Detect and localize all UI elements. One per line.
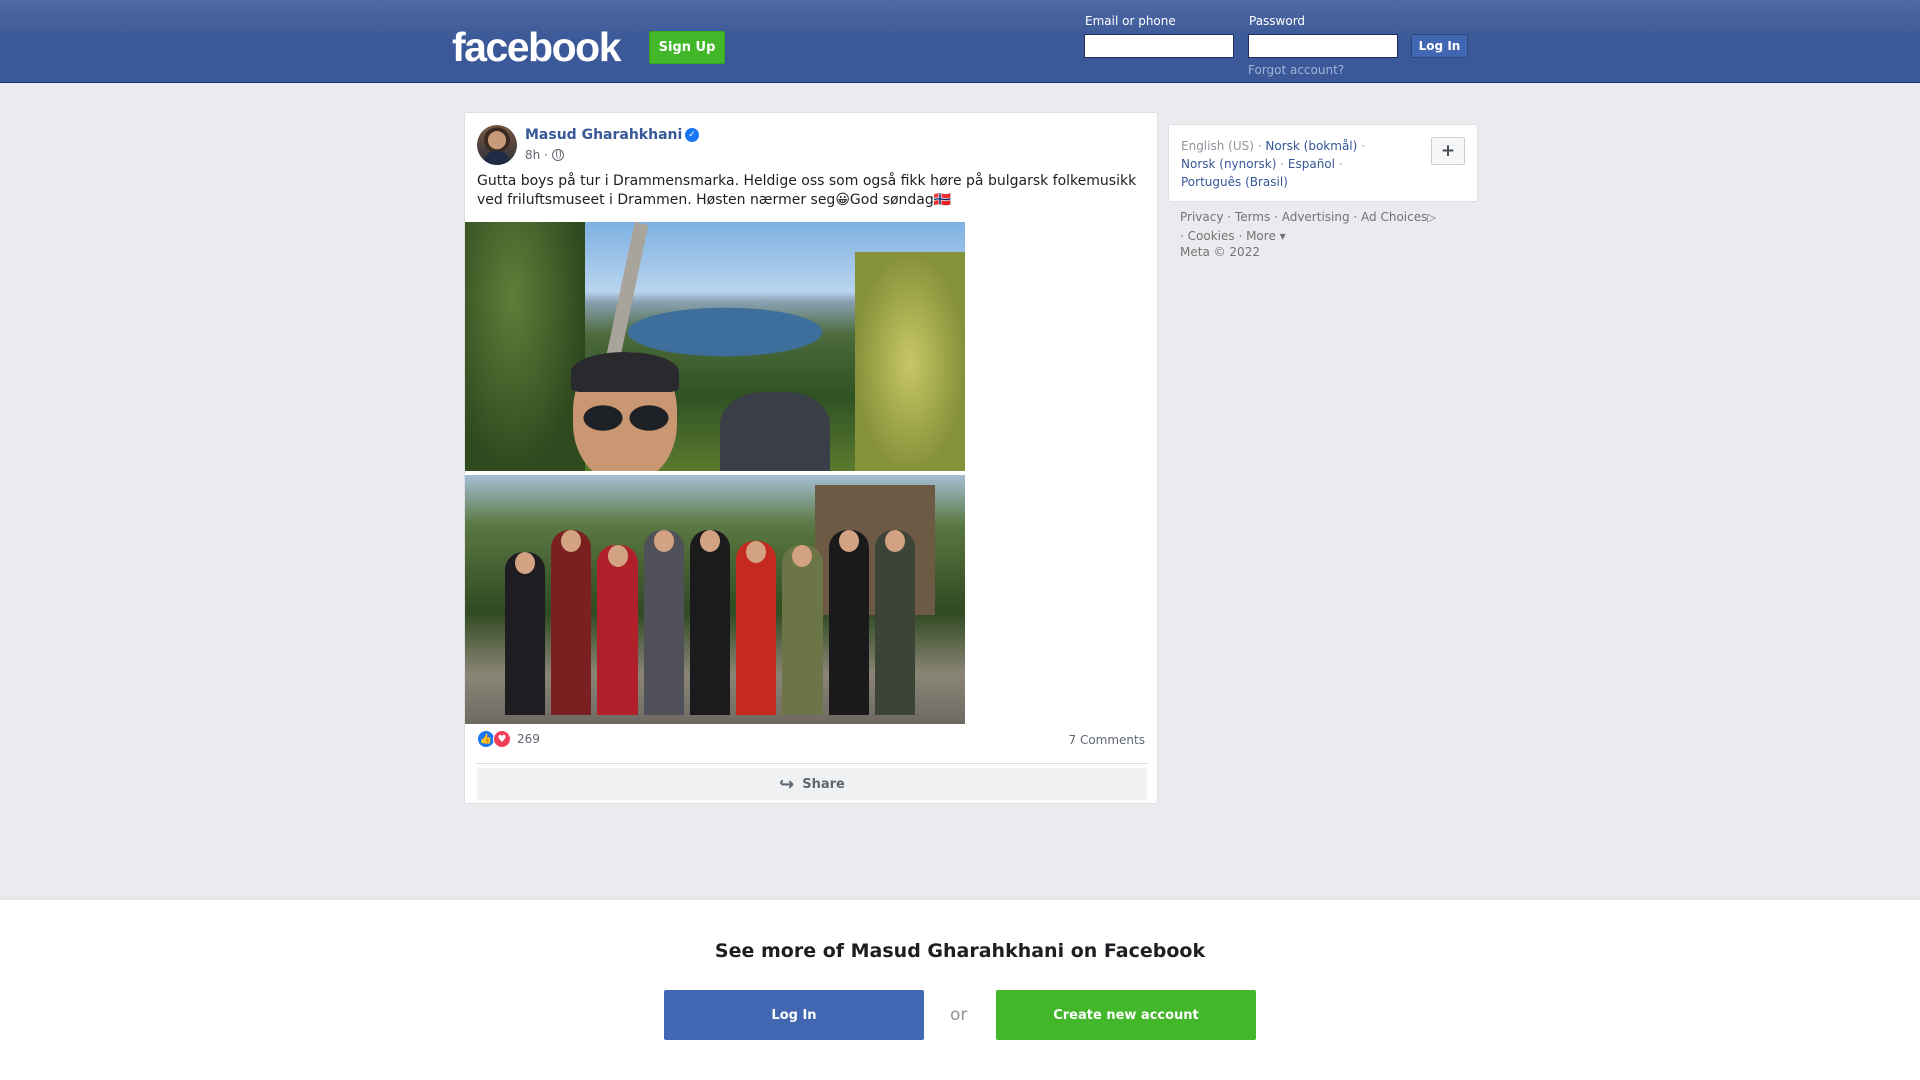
reactions-summary[interactable]: 👍 ♥ 269 xyxy=(477,730,540,748)
more-languages-button[interactable]: + xyxy=(1431,137,1465,165)
post-author-name[interactable]: Masud Gharahkhani xyxy=(525,127,682,143)
language-list: English (US) · Norsk (bokmål) · Norsk (n… xyxy=(1181,139,1365,189)
love-icon: ♥ xyxy=(493,730,511,748)
copyright: Meta © 2022 xyxy=(1180,245,1260,259)
email-field[interactable] xyxy=(1084,34,1234,58)
language-selector-box: English (US) · Norsk (bokmål) · Norsk (n… xyxy=(1168,124,1478,202)
create-account-button[interactable]: Create new account xyxy=(996,990,1256,1040)
post-timestamp[interactable]: 8h · xyxy=(525,148,548,162)
password-label: Password xyxy=(1249,14,1306,28)
footer-link-privacy[interactable]: Privacy xyxy=(1180,210,1223,224)
language-link-norsk-bokmal[interactable]: Norsk (bokmål) xyxy=(1265,139,1357,153)
password-field[interactable] xyxy=(1248,34,1398,58)
footer-link-advertising[interactable]: Advertising xyxy=(1282,210,1350,224)
post-card: Masud Gharahkhani ✓ 8h · Gutta boys på t… xyxy=(464,112,1158,804)
footer-links: Privacy · Terms · Advertising · Ad Choic… xyxy=(1180,210,1436,243)
ad-choices-icon: ▷ xyxy=(1427,211,1436,224)
language-link-portugues[interactable]: Português (Brasil) xyxy=(1181,175,1288,189)
forgot-account-link[interactable]: Forgot account? xyxy=(1248,63,1344,77)
language-link-espanol[interactable]: Español xyxy=(1288,157,1335,171)
overlay-title: See more of Masud Gharahkhani on Faceboo… xyxy=(714,940,1206,962)
verified-badge-icon: ✓ xyxy=(685,128,699,142)
footer-link-cookies[interactable]: Cookies xyxy=(1188,229,1235,243)
overlay-login-button[interactable]: Log In xyxy=(664,990,924,1040)
share-arrow-icon: ↪ xyxy=(779,773,795,795)
footer-link-more[interactable]: More xyxy=(1246,229,1276,243)
post-text: Gutta boys på tur i Drammensmarka. Heldi… xyxy=(477,173,1137,208)
language-link-norsk-nynorsk[interactable]: Norsk (nynorsk) xyxy=(1181,157,1276,171)
facebook-logo[interactable]: facebook xyxy=(452,24,622,71)
share-label: Share xyxy=(802,776,845,792)
email-label: Email or phone xyxy=(1085,14,1176,28)
login-prompt-overlay: See more of Masud Gharahkhani on Faceboo… xyxy=(0,900,1920,1080)
or-separator: or xyxy=(950,1005,968,1025)
avatar[interactable] xyxy=(477,125,517,165)
current-language: English (US) xyxy=(1181,139,1254,153)
comments-count-link[interactable]: 7 Comments xyxy=(1069,733,1146,747)
post-photo-selfie[interactable] xyxy=(465,222,965,471)
top-navigation-bar: facebook Sign Up Email or phone Password… xyxy=(0,0,1920,83)
divider xyxy=(477,763,1147,764)
header-login-button[interactable]: Log In xyxy=(1411,34,1468,58)
share-button[interactable]: ↪ Share xyxy=(477,768,1147,800)
more-caret-icon: ▾ xyxy=(1275,229,1286,243)
sign-up-button[interactable]: Sign Up xyxy=(649,31,725,64)
footer-link-terms[interactable]: Terms xyxy=(1235,210,1270,224)
footer-link-ad-choices[interactable]: Ad Choices xyxy=(1361,210,1427,224)
post-photo-group[interactable] xyxy=(465,475,965,724)
globe-icon xyxy=(551,149,564,161)
reaction-count: 269 xyxy=(517,732,540,746)
post-meta: 8h · xyxy=(525,148,564,162)
